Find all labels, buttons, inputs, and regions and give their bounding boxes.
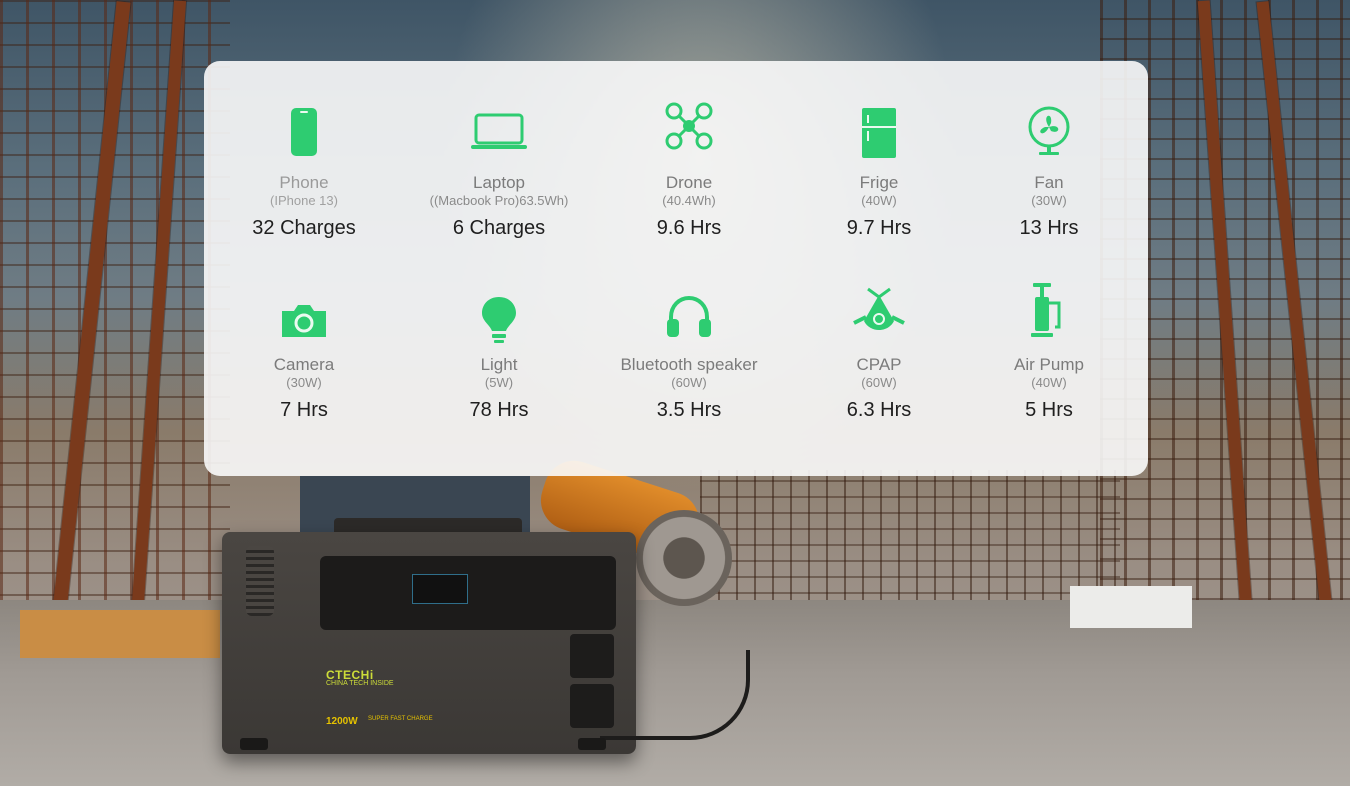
device-item-laptop: Laptop ((Macbook Pro)63.5Wh) 6 Charges — [404, 101, 594, 251]
phone-icon — [290, 107, 318, 161]
device-spec: (5W) — [484, 375, 514, 390]
rebar-scaffold-middle — [700, 470, 1120, 610]
device-item-camera: Camera (30W) 7 Hrs — [209, 283, 399, 433]
side-vent — [246, 546, 274, 616]
station-foot — [240, 738, 268, 750]
device-runtime: 3.5 Hrs — [656, 399, 722, 421]
device-name: Bluetooth speaker — [620, 355, 758, 374]
fridge-icon — [861, 107, 897, 165]
device-spec: (40W) — [861, 193, 897, 208]
device-item-light: Light (5W) 78 Hrs — [404, 283, 594, 433]
control-panel — [320, 556, 616, 630]
device-spec: (40W) — [1031, 375, 1067, 390]
device-runtime: 6 Charges — [452, 217, 546, 239]
concrete-block — [1070, 586, 1192, 628]
device-item-air-pump: Air Pump (40W) 5 Hrs — [954, 283, 1144, 433]
device-name: Laptop — [473, 173, 525, 192]
device-item-drone: Drone (40.4Wh) 9.6 Hrs — [594, 101, 784, 251]
device-name: Fan — [1034, 173, 1064, 192]
device-runtime: 32 Charges — [252, 217, 356, 239]
light-bulb-icon — [480, 295, 518, 349]
device-spec: (60W) — [861, 375, 897, 390]
grinder-disc — [636, 510, 732, 606]
device-spec: (IPhone 13) — [270, 193, 338, 208]
device-name: Phone — [279, 173, 329, 192]
drone-icon — [664, 101, 714, 155]
brand-tagline: CHINA TECH INSIDE — [326, 680, 394, 687]
device-item-cpap: CPAP (60W) 6.3 Hrs — [784, 283, 974, 433]
camera-icon — [280, 303, 328, 343]
feature-label: SUPER FAST CHARGE — [368, 716, 433, 722]
device-runtime: 9.6 Hrs — [656, 217, 722, 239]
wattage-label: 1200W — [326, 716, 358, 727]
fan-icon — [1027, 105, 1071, 161]
lcd-display — [412, 574, 468, 604]
device-name: Drone — [665, 173, 713, 192]
power-cable — [600, 650, 750, 740]
device-item-fan: Fan (30W) 13 Hrs — [954, 101, 1144, 251]
headphones-icon — [665, 293, 713, 343]
device-runtime: 78 Hrs — [469, 399, 529, 421]
device-runtime: 13 Hrs — [1019, 217, 1079, 239]
device-runtime-card: Phone (IPhone 13) 32 Charges Laptop ((Ma… — [204, 61, 1148, 476]
device-name: CPAP — [856, 355, 902, 374]
laptop-icon — [470, 113, 528, 155]
device-name: Frige — [859, 173, 899, 192]
device-item-fridge: Frige (40W) 9.7 Hrs — [784, 101, 974, 251]
device-runtime: 7 Hrs — [280, 399, 328, 421]
device-name: Air Pump — [1014, 355, 1084, 374]
device-name: Light — [480, 355, 518, 374]
device-spec: ((Macbook Pro)63.5Wh) — [429, 193, 569, 208]
wood-plank — [20, 610, 220, 658]
device-spec: (60W) — [671, 375, 707, 390]
device-item-bluetooth-speaker: Bluetooth speaker (60W) 3.5 Hrs — [594, 283, 784, 433]
device-spec: (40.4Wh) — [662, 193, 716, 208]
device-item-phone: Phone (IPhone 13) 32 Charges — [209, 101, 399, 251]
device-spec: (30W) — [1031, 193, 1067, 208]
device-runtime: 5 Hrs — [1025, 399, 1073, 421]
device-runtime: 6.3 Hrs — [846, 399, 912, 421]
device-spec: (30W) — [286, 375, 322, 390]
cpap-icon — [852, 287, 906, 345]
station-foot — [578, 738, 606, 750]
air-pump-icon — [1029, 283, 1069, 343]
device-runtime: 9.7 Hrs — [846, 217, 912, 239]
device-name: Camera — [273, 355, 335, 374]
